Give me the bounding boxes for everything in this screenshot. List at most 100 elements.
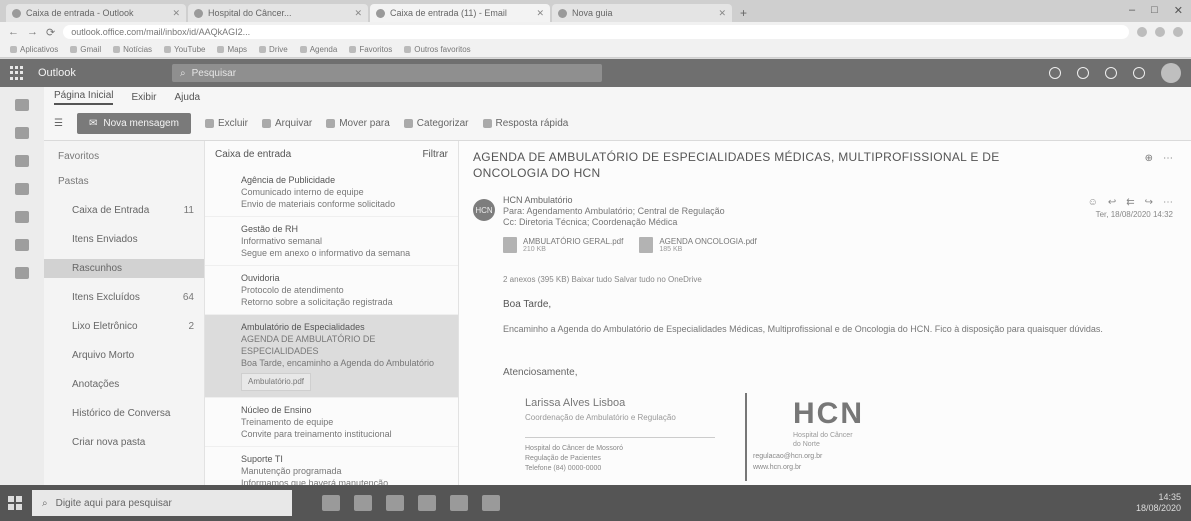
- file-explorer-icon[interactable]: [354, 495, 372, 511]
- avatar[interactable]: [1161, 63, 1181, 83]
- help-icon[interactable]: [1133, 67, 1145, 79]
- back-button[interactable]: ←: [8, 26, 19, 38]
- new-tab-button[interactable]: +: [734, 6, 753, 22]
- forward-icon[interactable]: ↪: [1145, 197, 1153, 208]
- skype-icon[interactable]: [1049, 67, 1061, 79]
- edge-icon[interactable]: [418, 495, 436, 511]
- move-to-button[interactable]: Mover para: [326, 118, 390, 129]
- sender-name[interactable]: HCN Ambulatório: [503, 195, 1063, 206]
- attachment-chip[interactable]: Ambulatório.pdf: [241, 373, 312, 391]
- folder-item-archive[interactable]: Arquivo Morto: [58, 346, 204, 365]
- bookmark-item[interactable]: Gmail: [70, 45, 101, 54]
- todo-icon[interactable]: [15, 211, 29, 223]
- bookmark-item[interactable]: Notícias: [113, 45, 152, 54]
- contact-website[interactable]: www.hcn.org.br: [753, 462, 822, 473]
- mail-icon[interactable]: [15, 99, 29, 111]
- signature-role: Coordenação de Ambulatório e Regulação: [525, 413, 676, 422]
- folder-pane: Favoritos Pastas Caixa de Entrada 11 Iten…: [44, 141, 204, 485]
- reply-icon[interactable]: ↩: [1108, 197, 1116, 208]
- list-item-selected[interactable]: Ambulatório de Especialidades AGENDA DE …: [205, 315, 458, 398]
- download-all-link[interactable]: 2 anexos (395 KB) Baixar tudo Salvar tud…: [503, 275, 702, 284]
- close-window-button[interactable]: ✕: [1174, 4, 1183, 17]
- bookmark-item[interactable]: Aplicativos: [10, 45, 58, 54]
- word-icon[interactable]: [15, 239, 29, 251]
- delete-button[interactable]: Excluir: [205, 118, 248, 129]
- reply-all-icon[interactable]: ⇇: [1126, 197, 1134, 208]
- favorites-heading[interactable]: Favoritos: [58, 151, 204, 162]
- folder-item-drafts[interactable]: Rascunhos: [44, 259, 204, 278]
- folder-item-sent[interactable]: Itens Enviados: [58, 230, 204, 249]
- excel-icon[interactable]: [15, 267, 29, 279]
- attach-icon[interactable]: [15, 183, 29, 195]
- maximize-button[interactable]: □: [1151, 4, 1158, 17]
- extension-icon[interactable]: [1155, 27, 1165, 37]
- gear-icon[interactable]: [1105, 67, 1117, 79]
- list-item[interactable]: Ouvidoria Protocolo de atendimento Retor…: [205, 266, 458, 315]
- tab-view[interactable]: Exibir: [131, 92, 156, 103]
- list-item[interactable]: Núcleo de Ensino Treinamento de equipe C…: [205, 398, 458, 447]
- filter-button[interactable]: Filtrar: [422, 149, 448, 160]
- emoji-icon[interactable]: ☺: [1088, 197, 1098, 208]
- chrome-icon[interactable]: [386, 495, 404, 511]
- close-tab-icon[interactable]: ✕: [536, 8, 544, 19]
- hamburger-icon[interactable]: ☰: [54, 118, 63, 129]
- folder-item-inbox[interactable]: Caixa de Entrada 11: [58, 201, 204, 220]
- unread-count: 2: [188, 321, 194, 332]
- bookmark-item[interactable]: Agenda: [300, 45, 338, 54]
- quick-steps-button[interactable]: Resposta rápida: [483, 118, 569, 129]
- bell-icon[interactable]: [1077, 67, 1089, 79]
- taskbar-search-input[interactable]: ⌕ Digite aqui para pesquisar: [32, 490, 292, 516]
- email-closing: Atenciosamente,: [503, 367, 578, 378]
- minimize-button[interactable]: –: [1129, 4, 1135, 17]
- url-input[interactable]: outlook.office.com/mail/inbox/id/AAQkAGI…: [63, 25, 1129, 39]
- close-tab-icon[interactable]: ✕: [718, 8, 726, 19]
- bookmark-item[interactable]: Favoritos: [349, 45, 392, 54]
- close-tab-icon[interactable]: ✕: [172, 8, 180, 19]
- calendar-icon[interactable]: [15, 127, 29, 139]
- reload-button[interactable]: ⟳: [46, 26, 55, 39]
- browser-tab[interactable]: Nova guia ✕: [552, 4, 732, 22]
- profile-icon[interactable]: [1173, 27, 1183, 37]
- close-tab-icon[interactable]: ✕: [354, 8, 362, 19]
- tab-home[interactable]: Página Inicial: [54, 90, 114, 105]
- people-icon[interactable]: [15, 155, 29, 167]
- more-icon[interactable]: ⋯: [1163, 153, 1173, 164]
- folder-item-notes[interactable]: Anotações: [58, 375, 204, 394]
- folders-heading[interactable]: Pastas: [58, 176, 204, 187]
- task-view-icon[interactable]: [322, 495, 340, 511]
- forward-button[interactable]: →: [27, 26, 38, 38]
- bookmark-item[interactable]: Outros favoritos: [404, 45, 470, 54]
- browser-tab[interactable]: Caixa de entrada - Outlook ✕: [6, 4, 186, 22]
- bookmark-item[interactable]: Maps: [217, 45, 247, 54]
- bookmark-item[interactable]: Drive: [259, 45, 288, 54]
- extension-icon[interactable]: [1137, 27, 1147, 37]
- list-item[interactable]: Gestão de RH Informativo semanal Segue e…: [205, 217, 458, 266]
- folder-item-junk[interactable]: Lixo Eletrônico 2: [58, 317, 204, 336]
- new-mail-icon: ✉: [88, 118, 98, 129]
- attachment-card[interactable]: AMBULATÓRIO GERAL.pdf 210 KB: [503, 237, 623, 253]
- search-input[interactable]: ⌕ Pesquisar: [172, 64, 602, 82]
- system-tray-clock[interactable]: 14:35 18/08/2020: [1136, 492, 1191, 514]
- new-folder-link[interactable]: Criar nova pasta: [58, 433, 204, 452]
- attachment-card[interactable]: AGENDA ONCOLOGIA.pdf 185 KB: [639, 237, 757, 253]
- list-item[interactable]: Agência de Publicidade Comunicado intern…: [205, 168, 458, 217]
- browser-tab-active[interactable]: Caixa de entrada (11) - Email ✕: [370, 4, 550, 22]
- excel-icon[interactable]: [482, 495, 500, 511]
- new-message-label: Nova mensagem: [103, 118, 179, 129]
- folder-item-history[interactable]: Histórico de Conversa: [58, 404, 204, 423]
- windows-start-icon[interactable]: [8, 496, 22, 510]
- categorize-button[interactable]: Categorizar: [404, 118, 469, 129]
- tab-help[interactable]: Ajuda: [175, 92, 201, 103]
- signature-name: Larissa Alves Lisboa: [525, 397, 626, 409]
- word-icon[interactable]: [450, 495, 468, 511]
- folder-item-deleted[interactable]: Itens Excluídos 64: [58, 288, 204, 307]
- list-item[interactable]: Suporte TI Manutenção programada Informa…: [205, 447, 458, 485]
- browser-tab[interactable]: Hospital do Câncer... ✕: [188, 4, 368, 22]
- zoom-icon[interactable]: ⊕: [1145, 153, 1153, 164]
- new-message-button[interactable]: ✉ Nova mensagem: [76, 113, 191, 134]
- archive-button[interactable]: Arquivar: [262, 118, 312, 129]
- bookmark-item[interactable]: YouTube: [164, 45, 205, 54]
- app-launcher-icon[interactable]: [10, 66, 24, 80]
- more-icon[interactable]: ⋯: [1163, 197, 1173, 208]
- contact-email[interactable]: regulacao@hcn.org.br: [753, 451, 822, 462]
